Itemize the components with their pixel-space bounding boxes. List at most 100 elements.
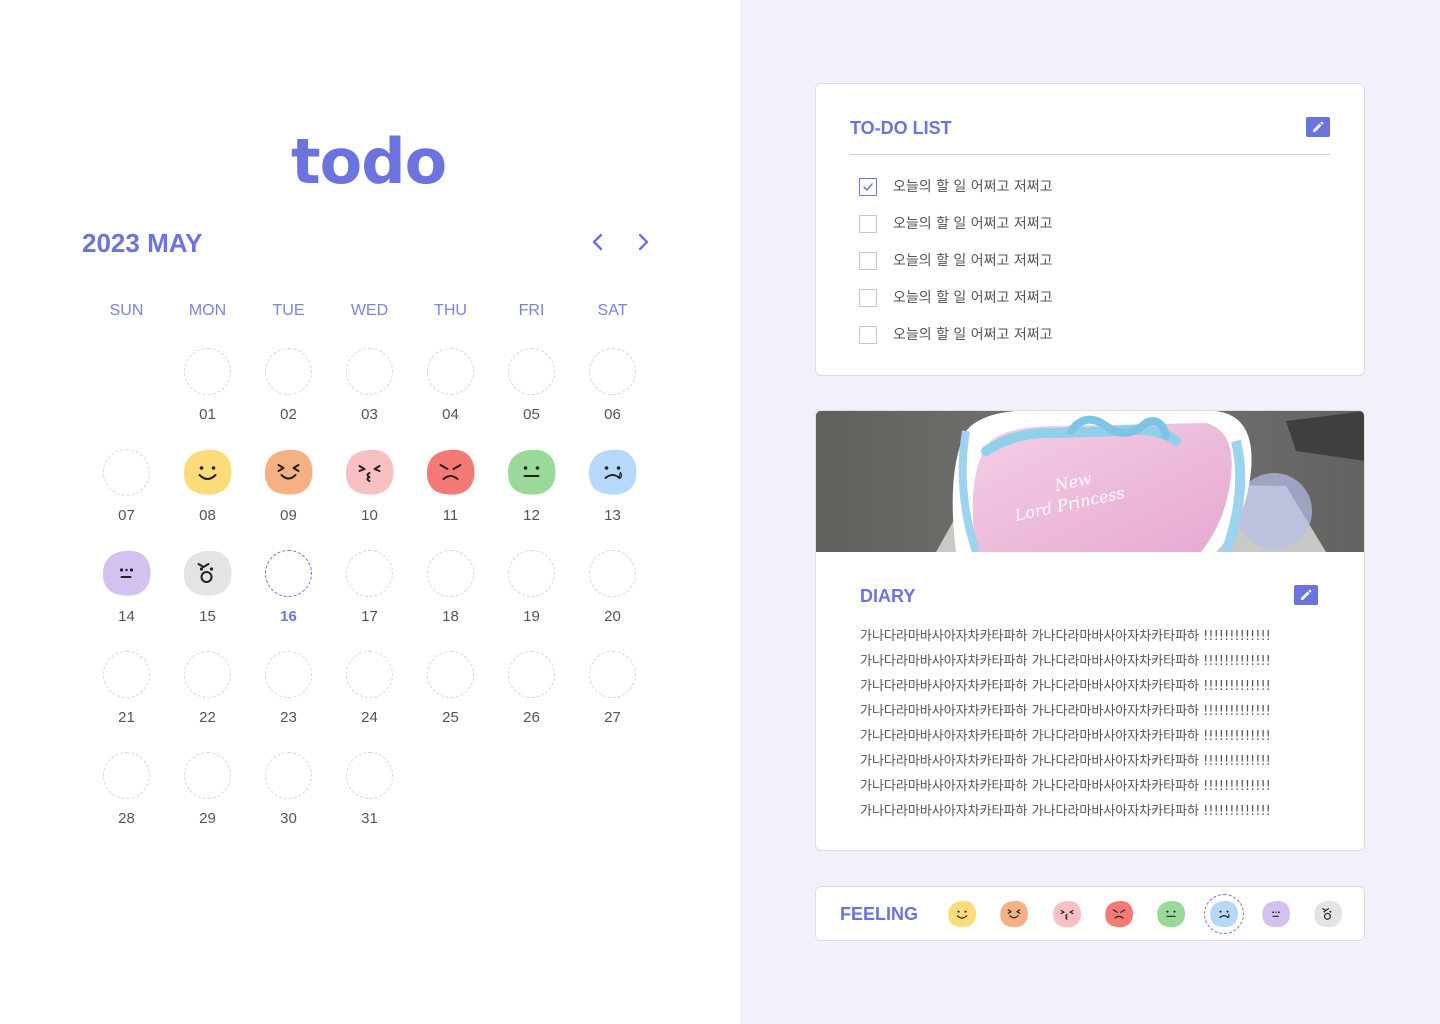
day-mood <box>263 448 314 496</box>
calendar-day-14[interactable]: 14 <box>86 550 167 640</box>
day-number: 14 <box>118 608 135 625</box>
todo-checkbox[interactable] <box>859 215 877 233</box>
todo-text: 오늘의 할 일 어쩌고 저쩌고 <box>893 327 1053 343</box>
calendar-day-09[interactable]: 09 <box>248 449 329 539</box>
sad-face-icon <box>1262 900 1290 928</box>
app-logo: todo <box>291 125 447 198</box>
empty-mood-circle <box>589 651 636 698</box>
calendar-day-01[interactable]: 01 <box>167 348 248 438</box>
calendar-day-30[interactable]: 30 <box>248 752 329 842</box>
day-number: 31 <box>361 810 378 827</box>
feeling-option-surprised[interactable] <box>1313 900 1343 928</box>
day-number: 09 <box>280 507 297 524</box>
check-icon <box>863 183 873 191</box>
diary-edit-button[interactable] <box>1294 585 1318 605</box>
calendar-day-26[interactable]: 26 <box>491 651 572 741</box>
angry-face-icon <box>426 449 475 495</box>
calendar-day-21[interactable]: 21 <box>86 651 167 741</box>
diary-title: DIARY <box>860 586 916 606</box>
calendar-day-02[interactable]: 02 <box>248 348 329 438</box>
surprised-face-icon <box>1314 900 1343 928</box>
calendar-day-10[interactable]: 10 <box>329 449 410 539</box>
empty-mood-circle <box>508 550 555 597</box>
todo-divider <box>850 154 1330 155</box>
day-number: 18 <box>442 608 459 625</box>
empty-mood-circle <box>265 752 312 799</box>
todo-checkbox[interactable] <box>859 326 877 344</box>
empty-mood-circle <box>508 348 555 395</box>
day-number: 01 <box>199 406 216 423</box>
day-number: 21 <box>118 709 135 726</box>
calendar-day-31[interactable]: 31 <box>329 752 410 842</box>
todo-checkbox[interactable] <box>859 178 877 196</box>
feeling-title: FEELING <box>840 904 919 924</box>
next-month-button[interactable] <box>631 230 655 254</box>
calendar-day-18[interactable]: 18 <box>410 550 491 640</box>
todo-text: 오늘의 할 일 어쩌고 저쩌고 <box>893 216 1053 232</box>
calendar-day-08[interactable]: 08 <box>167 449 248 539</box>
empty-mood-circle <box>427 348 474 395</box>
calendar-day-29[interactable]: 29 <box>167 752 248 842</box>
empty-mood-circle <box>346 651 393 698</box>
calendar-day-11[interactable]: 11 <box>410 449 491 539</box>
todo-item: 오늘의 할 일 어쩌고 저쩌고 <box>859 214 1259 234</box>
day-number: 24 <box>361 709 378 726</box>
day-number: 17 <box>361 608 378 625</box>
neutral-face-icon <box>507 449 556 495</box>
todo-item: 오늘의 할 일 어쩌고 저쩌고 <box>859 251 1259 271</box>
calendar-day-19[interactable]: 19 <box>491 550 572 640</box>
feeling-option-laughing[interactable] <box>999 900 1029 928</box>
calendar-day-07[interactable]: 07 <box>86 449 167 539</box>
prev-month-button[interactable] <box>586 230 610 254</box>
feeling-option-sad[interactable] <box>1261 900 1291 928</box>
todo-edit-button[interactable] <box>1306 117 1330 137</box>
calendar-day-04[interactable]: 04 <box>410 348 491 438</box>
empty-mood-circle <box>346 348 393 395</box>
calendar-day-06[interactable]: 06 <box>572 348 653 438</box>
empty-mood-circle <box>346 550 393 597</box>
calendar-day-27[interactable]: 27 <box>572 651 653 741</box>
empty-mood-circle <box>508 651 555 698</box>
calendar-day-13[interactable]: 13 <box>572 449 653 539</box>
calendar-day-22[interactable]: 22 <box>167 651 248 741</box>
day-number: 29 <box>199 810 216 827</box>
happy-face-icon <box>948 900 977 928</box>
calendar-day-20[interactable]: 20 <box>572 550 653 640</box>
calendar-day-28[interactable]: 28 <box>86 752 167 842</box>
day-number: 06 <box>604 406 621 423</box>
calendar-day-03[interactable]: 03 <box>329 348 410 438</box>
day-number: 26 <box>523 709 540 726</box>
diary-line: 가나다라마바사아자차카타파하 가나다라마바사아자차카타파하 !!!!!!!!!!… <box>860 779 1271 794</box>
todo-checkbox[interactable] <box>859 252 877 270</box>
crying-face-icon <box>1209 900 1238 928</box>
calendar-day-05[interactable]: 05 <box>491 348 572 438</box>
todo-checkbox[interactable] <box>859 289 877 307</box>
empty-mood-circle <box>589 550 636 597</box>
calendar-day-24[interactable]: 24 <box>329 651 410 741</box>
empty-mood-circle <box>265 550 312 597</box>
empty-mood-circle <box>184 348 231 395</box>
todo-text: 오늘의 할 일 어쩌고 저쩌고 <box>893 179 1053 195</box>
day-number: 20 <box>604 608 621 625</box>
calendar-day-16[interactable]: 16 <box>248 550 329 640</box>
feeling-option-neutral[interactable] <box>1156 900 1186 928</box>
feeling-option-angry[interactable] <box>1104 900 1134 928</box>
todo-item: 오늘의 할 일 어쩌고 저쩌고 <box>859 288 1259 308</box>
calendar-day-12[interactable]: 12 <box>491 449 572 539</box>
feeling-option-kiss[interactable] <box>1052 900 1082 928</box>
feeling-option-crying[interactable] <box>1203 894 1244 934</box>
feeling-option-happy[interactable] <box>947 900 977 928</box>
weekday-sat: SAT <box>597 302 628 319</box>
month-title: 2023 MAY <box>82 228 203 258</box>
calendar-day-23[interactable]: 23 <box>248 651 329 741</box>
day-number: 23 <box>280 709 297 726</box>
calendar-day-17[interactable]: 17 <box>329 550 410 640</box>
diary-card: New Lord Princess DIARY 가나다라마바사아자차카타파하 가… <box>815 410 1365 851</box>
empty-mood-circle <box>184 752 231 799</box>
calendar-panel: todo 2023 MAY SUN MON TUE WED THU FRI SAT 01 02… <box>0 0 740 1024</box>
day-number: 25 <box>442 709 459 726</box>
calendar-day-15[interactable]: 15 <box>167 550 248 640</box>
day-number: 07 <box>118 507 135 524</box>
calendar-day-25[interactable]: 25 <box>410 651 491 741</box>
day-mood <box>344 448 395 496</box>
